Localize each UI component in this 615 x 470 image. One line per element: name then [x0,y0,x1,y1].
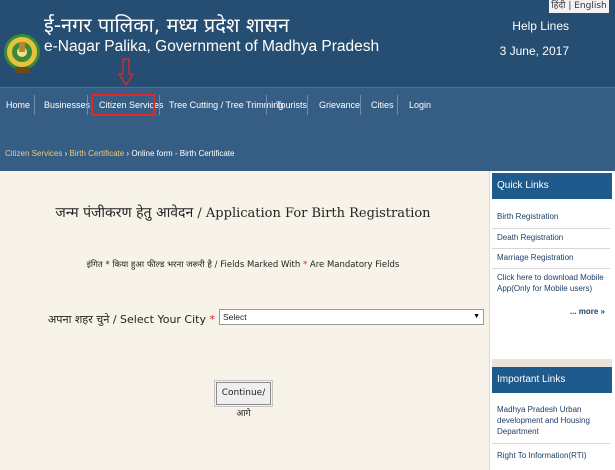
sidebar-divider [492,248,610,249]
sidebar-divider [492,228,610,229]
nav-cities[interactable]: Cities [371,88,394,122]
sidebar-gap [492,359,612,367]
nav-grievance[interactable]: Grievance [319,88,360,122]
important-link-rti[interactable]: Right To Information(RTI) [492,450,610,461]
sidebar-divider [492,268,610,269]
mandatory-note-pre: इंगित * किया हुआ फील्ड भरना जरूरी है / F… [86,260,303,270]
breadcrumb-separator: › [64,149,68,158]
nav-separator [360,95,361,115]
nav-separator [159,95,160,115]
form-title-english: / Application For Birth Registration [197,206,431,221]
quick-link-mobile-app[interactable]: Click here to download Mobile App(Only f… [492,272,610,294]
quick-links-more[interactable]: ... more » [492,307,605,316]
city-required-star: * [209,313,216,326]
breadcrumb-band [0,121,615,171]
breadcrumb: Citizen Services › Birth Certificate › O… [5,149,234,158]
nav-tourists[interactable]: Tourists [276,88,307,122]
form-title: जन्म पंजीकरण हेतु आवेदन / Application Fo… [0,203,486,222]
continue-button[interactable]: Continue/आगे [214,380,273,419]
quick-links-header: Quick Links [492,173,612,199]
nav-separator [397,95,398,115]
city-select-label: अपना शहर चुने / Select Your City * [48,312,215,327]
nav-separator [87,95,88,115]
breadcrumb-citizen-services[interactable]: Citizen Services [5,149,62,158]
current-date: 3 June, 2017 [499,44,569,58]
nav-businesses[interactable]: Businesses [44,88,90,122]
form-title-hindi: जन्म पंजीकरण हेतु आवेदन [55,205,194,221]
nav-login[interactable]: Login [409,88,431,122]
quick-link-birth-registration[interactable]: Birth Registration [492,211,610,222]
breadcrumb-separator: › [126,149,130,158]
nav-separator [266,95,267,115]
mandatory-note-post: Are Mandatory Fields [307,260,400,270]
mp-state-emblem-icon [4,34,40,73]
breadcrumb-current: Online form - Birth Certificate [131,149,235,158]
quick-link-marriage-registration[interactable]: Marriage Registration [492,252,610,263]
site-title-hindi: ई-नगर पालिका, मध्य प्रदेश शासन [44,13,290,37]
important-link-mpudhd[interactable]: Madhya Pradesh Urban development and Hou… [492,404,610,437]
right-sidebar: Quick Links Birth Registration Death Reg… [489,171,615,470]
caret-down-icon: ▼ [473,313,480,320]
site-title-english: e-Nagar Palika, Government of Madhya Pra… [44,38,380,55]
site-header: ई-नगर पालिका, मध्य प्रदेश शासन e-Nagar P… [0,0,615,87]
nav-separator [307,95,308,115]
breadcrumb-birth-certificate[interactable]: Birth Certificate [70,149,125,158]
nav-home[interactable]: Home [6,88,30,122]
sidebar-divider [492,443,610,444]
down-arrow-annotation-icon [118,58,134,86]
city-select-value: Select [223,312,247,322]
city-select[interactable]: Select ▼ [219,309,484,325]
main-nav: Home Businesses Citizen Services Tree Cu… [0,87,615,121]
city-label-text: अपना शहर चुने / Select Your City [47,313,206,326]
birth-registration-form: जन्म पंजीकरण हेतु आवेदन / Application Fo… [0,171,486,470]
help-lines-link[interactable]: Help Lines [512,19,569,33]
mandatory-fields-note: इंगित * किया हुआ फील्ड भरना जरूरी है / F… [0,259,486,270]
nav-separator [34,95,35,115]
citizen-services-highlight-box [91,94,155,116]
quick-link-death-registration[interactable]: Death Registration [492,232,610,243]
language-switch[interactable]: हिंदी | English [549,0,609,13]
important-links-header: Important Links [492,367,612,393]
